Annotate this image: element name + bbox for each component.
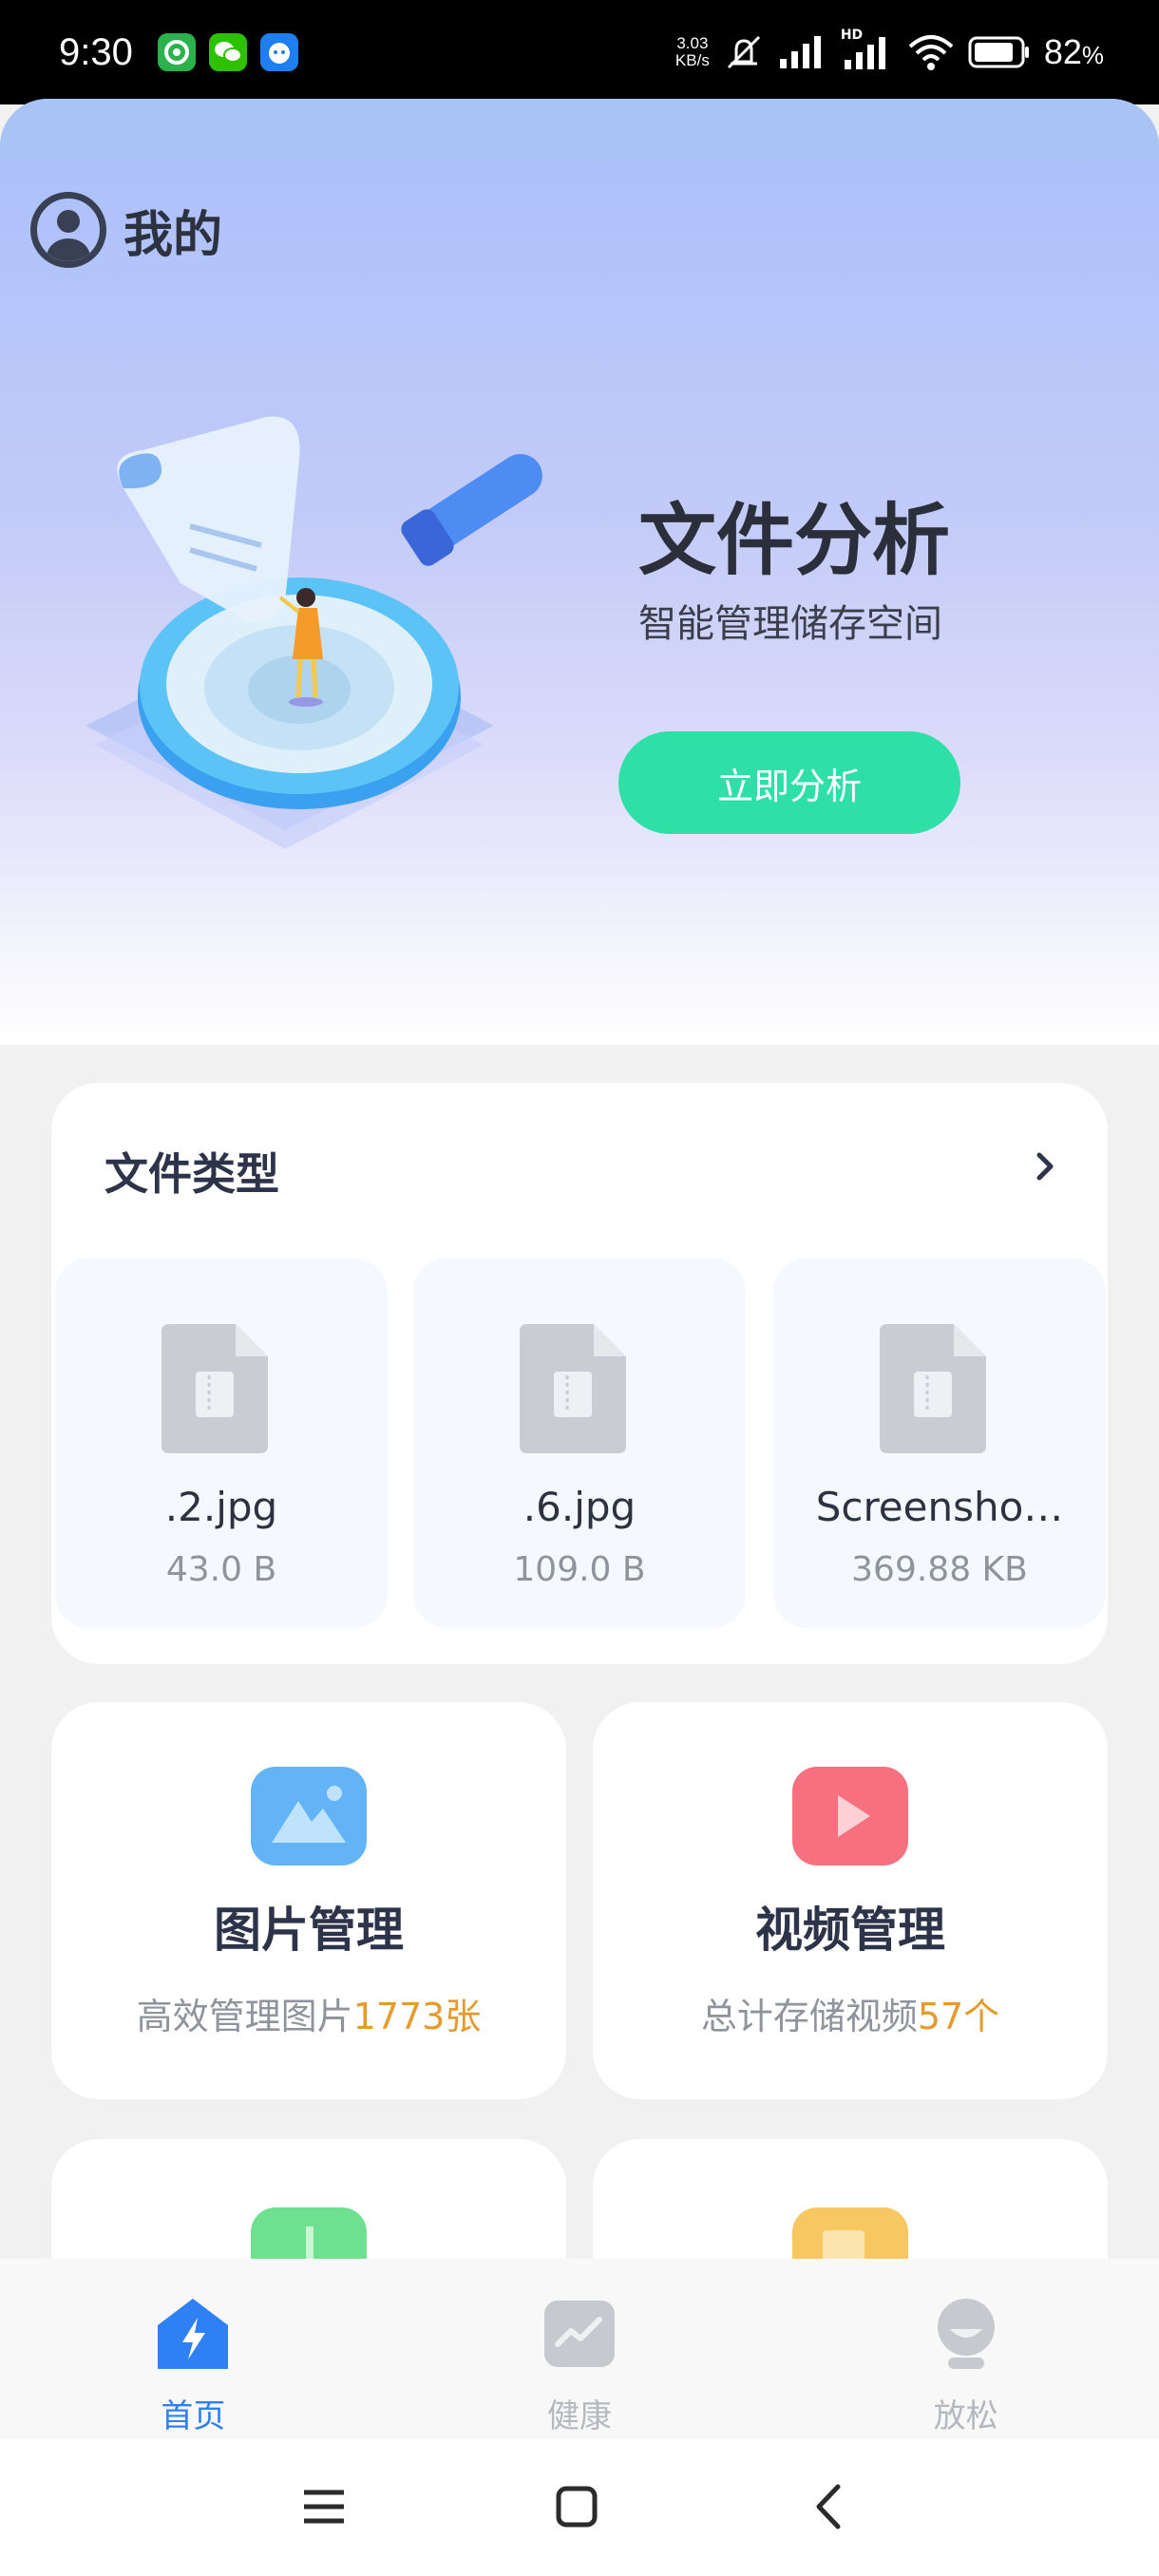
chat-app-icon	[259, 33, 298, 71]
user-avatar-icon[interactable]	[30, 192, 106, 268]
file-types-card: 文件类型 .2.jpg 43.0 B .6.jpg 109.0 B Screen…	[51, 1083, 1108, 1664]
video-manage-card[interactable]: 视频管理 总计存储视频57个	[593, 1702, 1108, 2099]
image-gallery-icon	[251, 1767, 367, 1866]
file-name: .2.jpg	[164, 1484, 278, 1530]
file-types-title: 文件类型	[104, 1148, 279, 1200]
signal-hd-icon: HD	[841, 28, 894, 71]
file-tile[interactable]: .2.jpg 43.0 B	[55, 1258, 388, 1628]
video-manage-desc: 总计存储视频57个	[593, 1987, 1108, 2039]
file-name: .6.jpg	[522, 1484, 636, 1530]
signal-icon	[779, 36, 821, 68]
image-manage-card[interactable]: 图片管理 高效管理图片1773张	[51, 1702, 566, 2099]
battery-icon	[968, 36, 1029, 68]
chevron-right-icon[interactable]	[1026, 1147, 1064, 1185]
file-size: 109.0 B	[513, 1550, 646, 1589]
video-play-icon	[792, 1767, 908, 1866]
hero-banner: 我的 文件分析 智能管理储存空间 立即分析	[0, 99, 1159, 1045]
profile-label[interactable]: 我的	[124, 195, 222, 266]
zip-file-icon	[162, 1324, 268, 1453]
image-manage-desc: 高效管理图片1773张	[51, 1987, 566, 2039]
hero-top-strip	[0, 99, 1159, 161]
network-speed-unit: KB/s	[674, 51, 710, 69]
video-manage-title: 视频管理	[755, 1903, 945, 1958]
bottom-navigation: 首页 健康 放松	[0, 2259, 1159, 2439]
nav-health-label: 健康	[547, 2397, 612, 2435]
file-tile[interactable]: Screensho… 369.88 KB	[773, 1258, 1106, 1628]
nav-relax-label: 放松	[933, 2397, 998, 2435]
video-manage-desc-text: 总计存储视频	[700, 1996, 918, 2037]
back-icon[interactable]	[796, 2473, 863, 2540]
profile-entry[interactable]: 我的	[30, 192, 222, 268]
zip-file-icon	[520, 1324, 626, 1453]
trend-chart-icon	[544, 2301, 615, 2367]
mute-icon	[727, 35, 760, 69]
zip-file-icon	[880, 1324, 986, 1453]
hero-title: 文件分析	[638, 496, 951, 586]
lightning-house-icon	[158, 2299, 229, 2369]
image-manage-desc-text: 高效管理图片	[136, 1996, 353, 2037]
system-navigation-bar	[0, 2439, 1159, 2576]
file-size: 369.88 KB	[851, 1550, 1028, 1589]
hero-subtitle: 智能管理储存空间	[638, 602, 942, 646]
video-count: 57个	[917, 1996, 1000, 2037]
magnifier-illustration	[86, 416, 542, 849]
status-time: 9:30	[59, 30, 133, 73]
file-tile[interactable]: .6.jpg 109.0 B	[413, 1258, 746, 1628]
analyze-now-button[interactable]: 立即分析	[618, 731, 960, 834]
file-name: Screensho…	[815, 1484, 1064, 1530]
nav-home[interactable]: 首页	[0, 2259, 387, 2439]
network-speed-value: 3.03	[676, 34, 709, 52]
image-manage-title: 图片管理	[214, 1903, 404, 1958]
nav-health[interactable]: 健康	[387, 2259, 773, 2439]
file-size: 43.0 B	[165, 1550, 277, 1589]
face-icon	[937, 2299, 995, 2369]
wifi-icon	[908, 35, 954, 70]
image-count: 1773张	[352, 1996, 482, 2037]
nav-home-label: 首页	[161, 2397, 226, 2435]
wechat-icon	[208, 33, 247, 71]
menu-icon[interactable]	[291, 2473, 357, 2540]
battery-percent-value: 82	[1043, 32, 1082, 71]
battery-percent: 82%	[1044, 32, 1104, 72]
app-notification-icon	[157, 33, 196, 71]
home-square-icon[interactable]	[543, 2473, 610, 2540]
status-bar: 9:30 3.03 KB/s HD 82%	[0, 0, 1159, 104]
network-speed: 3.03 KB/s	[675, 35, 710, 69]
nav-relax[interactable]: 放松	[772, 2259, 1159, 2439]
battery-percent-unit: %	[1081, 41, 1104, 69]
